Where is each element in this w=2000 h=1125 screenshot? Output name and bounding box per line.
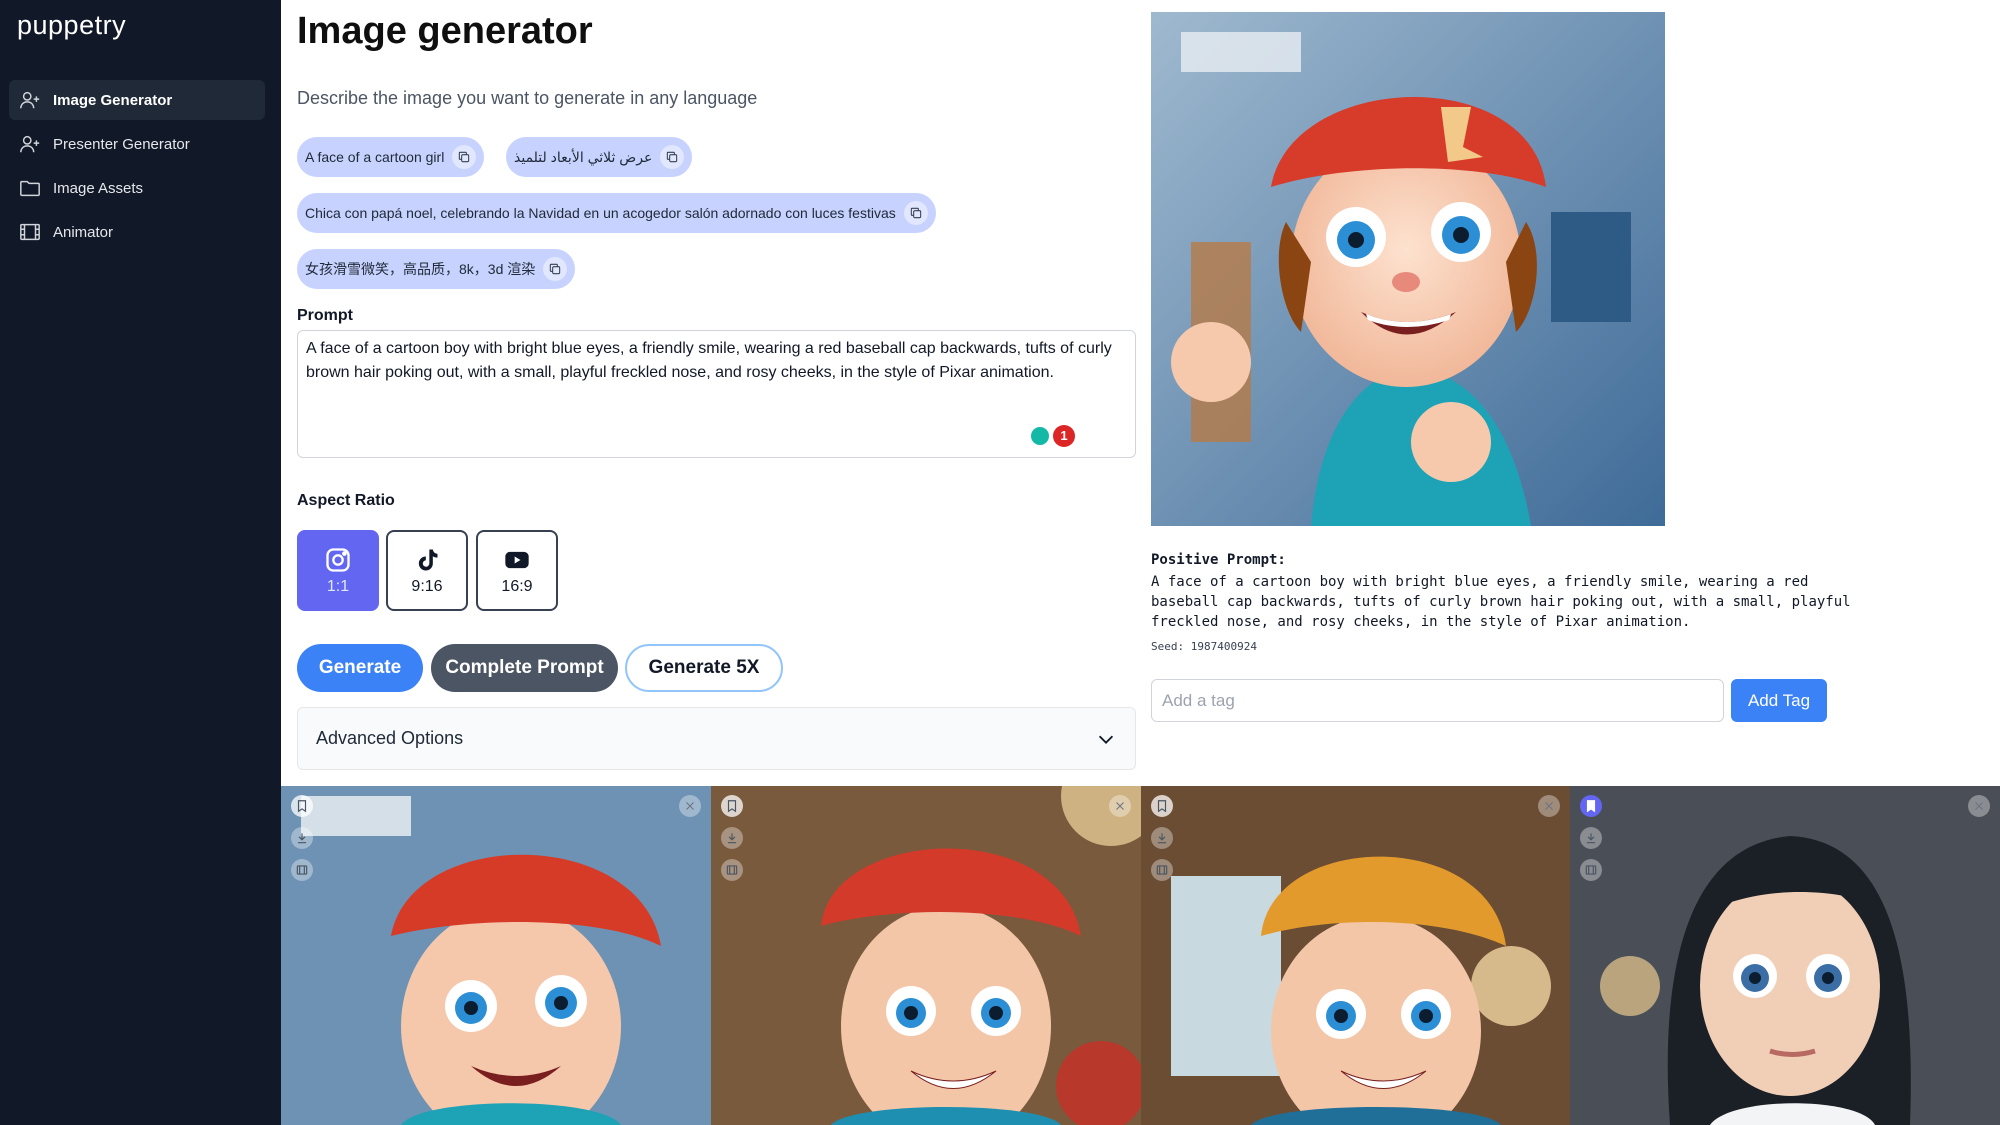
aspect-option-1-1[interactable]: 1:1 [297, 530, 379, 611]
add-tag-button[interactable]: Add Tag [1731, 679, 1827, 722]
gallery-image[interactable] [1570, 786, 2000, 1125]
bookmark-icon[interactable] [1150, 795, 1173, 817]
close-icon[interactable] [1108, 795, 1131, 817]
prompt-text: A face of a cartoon boy with bright blue… [306, 340, 1112, 381]
film-icon[interactable] [720, 859, 743, 881]
example-chip[interactable]: A face of a cartoon girl [297, 137, 485, 177]
aspect-option-label: 16:9 [501, 577, 533, 595]
generate-5x-button[interactable]: Generate 5X [625, 644, 783, 692]
sidebar-item-image-generator[interactable]: Image Generator [9, 80, 265, 120]
copy-icon[interactable] [903, 201, 928, 225]
gallery-image[interactable] [710, 786, 1141, 1125]
prompt-textarea[interactable]: A face of a cartoon boy with bright blue… [297, 330, 1136, 458]
sidebar-item-animator[interactable]: Animator [9, 212, 265, 252]
aspect-option-label: 1:1 [326, 577, 350, 595]
aspect-option-9-16[interactable]: 9:16 [386, 530, 468, 611]
positive-prompt-text: A face of a cartoon boy with bright blue… [1151, 574, 1851, 630]
example-chip[interactable]: 女孩滑雪微笑，高品质，8k，3d 渲染 [297, 249, 576, 289]
user-plus-icon [19, 89, 41, 111]
sidebar-item-image-assets[interactable]: Image Assets [9, 168, 265, 208]
example-chip[interactable]: عرض ثلاثي الأبعاد لتلميذ [506, 137, 693, 177]
prompt-label: Prompt [297, 307, 353, 324]
example-chip-text: 女孩滑雪微笑，高品质，8k，3d 渲染 [305, 261, 536, 277]
aspect-option-16-9[interactable]: 16:9 [476, 530, 558, 611]
sidebar-nav: Image Generator Presenter Generator Imag… [9, 80, 265, 256]
advanced-options-toggle[interactable]: Advanced Options [297, 707, 1136, 770]
example-chip-text: Chica con papá noel, celebrando la Navid… [305, 205, 896, 221]
download-icon[interactable] [1150, 827, 1173, 849]
page-subtitle: Describe the image you want to generate … [297, 88, 758, 108]
film-icon [19, 221, 41, 243]
close-icon[interactable] [1968, 795, 1990, 817]
grammar-count-badge: 1 [1053, 425, 1075, 447]
example-chip-text: A face of a cartoon girl [305, 149, 445, 165]
sidebar-item-label: Animator [53, 223, 114, 241]
complete-prompt-button[interactable]: Complete Prompt [431, 644, 618, 692]
add-tag-input[interactable] [1151, 679, 1724, 722]
chevron-down-icon [1098, 735, 1114, 744]
bookmark-icon[interactable] [720, 795, 743, 817]
example-chip-text: عرض ثلاثي الأبعاد لتلميذ [514, 148, 653, 165]
tiktok-icon [418, 549, 438, 570]
page-title: Image generator [297, 10, 593, 52]
grammar-extension[interactable]: 1 [1031, 425, 1075, 447]
sidebar-item-label: Image Generator [53, 91, 173, 109]
download-icon[interactable] [291, 827, 313, 849]
copy-icon[interactable] [660, 145, 685, 169]
close-icon[interactable] [678, 795, 701, 817]
folder-icon [19, 177, 41, 199]
image-gallery [281, 786, 2000, 1125]
generate-button[interactable]: Generate [297, 644, 423, 692]
sidebar-item-label: Image Assets [53, 179, 144, 197]
advanced-options-label: Advanced Options [316, 728, 464, 748]
download-icon[interactable] [720, 827, 743, 849]
sidebar-item-presenter-generator[interactable]: Presenter Generator [9, 124, 265, 164]
lightbulb-icon [1031, 427, 1049, 445]
sidebar: puppetry Image Generator Presenter Gener… [0, 0, 281, 1125]
aspect-ratio-label: Aspect Ratio [297, 492, 395, 509]
youtube-icon [505, 551, 529, 568]
copy-icon[interactable] [543, 257, 568, 281]
app-logo[interactable]: puppetry [17, 10, 126, 41]
positive-prompt-label: Positive Prompt: [1151, 552, 1286, 568]
example-chip[interactable]: Chica con papá noel, celebrando la Navid… [297, 193, 936, 233]
sidebar-item-label: Presenter Generator [53, 135, 190, 153]
instagram-icon [326, 547, 350, 572]
user-plus-icon [19, 133, 41, 155]
film-icon[interactable] [291, 859, 313, 881]
gallery-image[interactable] [281, 786, 711, 1125]
bookmark-icon[interactable] [291, 795, 313, 817]
copy-icon[interactable] [452, 145, 477, 169]
film-icon[interactable] [1150, 859, 1173, 881]
aspect-option-label: 9:16 [411, 577, 443, 595]
gallery-image[interactable] [1140, 786, 1571, 1125]
seed-value: Seed: 1987400924 [1151, 640, 1257, 653]
generated-image-preview[interactable] [1151, 12, 1665, 526]
